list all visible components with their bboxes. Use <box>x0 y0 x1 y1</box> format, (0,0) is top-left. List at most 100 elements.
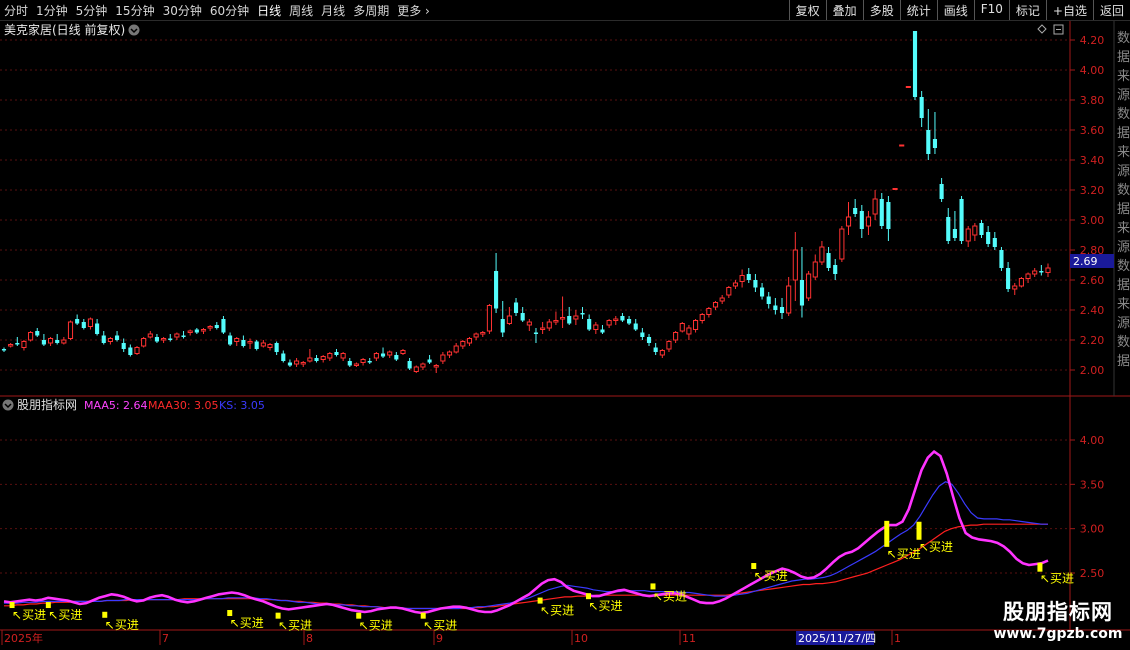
candle-body <box>965 228 971 242</box>
side-info-glyph: 据 <box>1117 354 1130 369</box>
candle <box>560 296 566 328</box>
candle-body <box>726 287 732 296</box>
candle-body <box>627 319 632 324</box>
candle <box>101 331 106 345</box>
candle <box>959 196 964 244</box>
candle <box>121 338 126 352</box>
main-gridlines <box>0 39 1070 371</box>
candle <box>28 331 34 342</box>
candle-body <box>859 211 864 229</box>
candle <box>413 365 419 373</box>
candle <box>706 307 712 318</box>
candle <box>799 247 805 318</box>
candle-body <box>128 347 133 355</box>
candle <box>367 358 372 364</box>
candle-body <box>228 335 233 345</box>
signal-label: ↖买进 <box>278 619 312 633</box>
candle-body <box>653 347 658 352</box>
signal-label: ↖买进 <box>1040 572 1074 586</box>
candle-body <box>81 322 86 328</box>
candle <box>61 337 67 345</box>
candle <box>473 332 479 340</box>
candle-body <box>147 333 153 338</box>
candle <box>732 280 739 289</box>
candle <box>427 355 432 364</box>
candle <box>593 322 599 334</box>
candle <box>540 322 546 334</box>
candle <box>254 340 259 351</box>
candle-body <box>75 319 80 324</box>
candle <box>128 344 133 357</box>
candle-body <box>453 345 459 353</box>
candle <box>1012 283 1018 295</box>
candle-body <box>587 319 592 330</box>
candle-body <box>327 353 333 359</box>
chart-canvas[interactable]: 4.204.003.803.603.403.203.002.802.602.40… <box>0 0 1130 650</box>
candle <box>1045 263 1051 277</box>
signal-bar <box>884 520 890 547</box>
candle <box>792 232 798 301</box>
candle-body <box>1045 267 1051 273</box>
candle-body <box>300 362 306 365</box>
candle-body <box>340 353 346 359</box>
candle <box>899 144 905 147</box>
candle <box>221 316 226 334</box>
candle <box>466 337 473 346</box>
candle <box>640 328 645 340</box>
candle <box>859 205 864 238</box>
candle <box>41 334 46 346</box>
candle <box>719 295 725 304</box>
candle-body <box>200 329 207 332</box>
indicator-name: 股朋指标网 <box>17 397 77 412</box>
candle <box>314 355 319 363</box>
main-y-axis: 4.204.003.803.603.403.203.002.802.602.40… <box>1070 34 1104 377</box>
side-info-glyph: 来 <box>1117 297 1130 312</box>
chevron-down-icon[interactable] <box>128 24 140 36</box>
candle-body <box>839 228 845 260</box>
candle <box>420 362 426 370</box>
indicator-header: 股朋指标网 MAA5: 2.64 MAA30: 3.05 KS: 3.05 <box>2 397 265 412</box>
cursor-date: 2025/11/27/四 <box>798 632 876 645</box>
y-tick-label: 2.60 <box>1080 274 1105 287</box>
candle <box>360 358 366 366</box>
candle-body <box>732 282 739 287</box>
candle <box>712 301 719 310</box>
candle-body <box>101 335 106 343</box>
candle <box>194 328 199 334</box>
candle-body <box>194 329 199 333</box>
candle-body <box>786 285 792 314</box>
candle-body <box>540 327 546 330</box>
candle <box>679 322 685 333</box>
candle-body <box>865 216 872 227</box>
candle <box>865 211 872 235</box>
candle-body <box>174 333 180 338</box>
buy-signal: ↖买进 <box>650 583 687 603</box>
candle <box>892 188 898 190</box>
candle <box>553 311 559 325</box>
candle-body <box>986 232 991 244</box>
candle <box>174 332 180 340</box>
candle-body <box>334 352 339 355</box>
candle <box>546 319 552 331</box>
candle <box>147 331 153 339</box>
candle-body <box>939 184 944 199</box>
candle <box>1032 268 1038 277</box>
candle-body <box>353 363 359 366</box>
candle <box>1006 262 1011 292</box>
candle-body <box>872 198 878 215</box>
candle <box>95 319 100 336</box>
side-info-glyph: 来 <box>1117 145 1130 160</box>
chevron-down-icon[interactable] <box>2 399 14 411</box>
candle <box>839 226 845 262</box>
settings-icon[interactable] <box>1053 24 1064 35</box>
diamond-icon[interactable] <box>1037 24 1047 34</box>
candle <box>300 361 306 367</box>
candle-body <box>573 315 579 320</box>
candle-body <box>845 216 852 227</box>
candle-body <box>320 356 326 360</box>
side-info-glyph: 据 <box>1117 50 1130 65</box>
y-tick-label: 3.00 <box>1080 523 1105 536</box>
candle-body <box>686 327 692 335</box>
candle-body <box>833 265 838 274</box>
candle <box>107 337 113 345</box>
